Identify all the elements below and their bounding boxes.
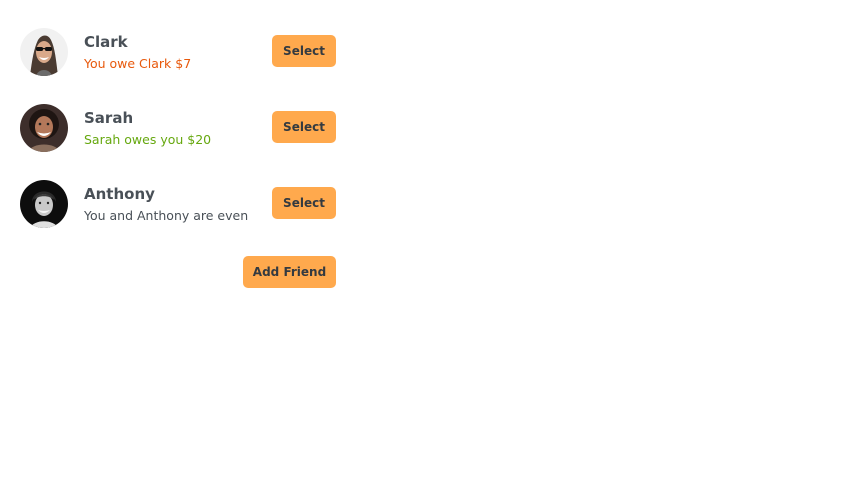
select-friend-button[interactable]: Select	[272, 111, 336, 143]
friend-item-clark: Clark You owe Clark $7 Select	[20, 28, 336, 76]
add-friend-button[interactable]: Add Friend	[243, 256, 336, 288]
friend-list: Clark You owe Clark $7 Select Sarah Sara…	[20, 28, 336, 228]
select-friend-button[interactable]: Select	[272, 187, 336, 219]
friend-item-anthony: Anthony You and Anthony are even Select	[20, 180, 336, 228]
select-friend-button[interactable]: Select	[272, 35, 336, 67]
add-friend-row: Add Friend	[20, 256, 336, 288]
avatar-clark	[20, 28, 68, 76]
app: Clark You owe Clark $7 Select Sarah Sara…	[0, 0, 859, 485]
avatar-anthony	[20, 180, 68, 228]
friend-item-sarah: Sarah Sarah owes you $20 Select	[20, 104, 336, 152]
avatar-sarah	[20, 104, 68, 152]
sidebar: Clark You owe Clark $7 Select Sarah Sara…	[20, 28, 336, 288]
